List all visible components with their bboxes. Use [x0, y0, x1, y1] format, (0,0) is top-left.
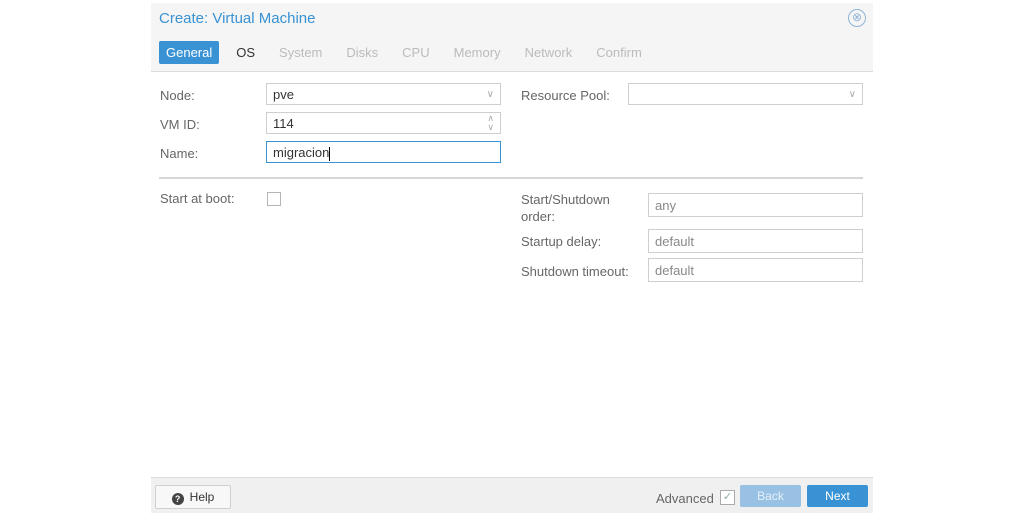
shutdown-timeout-value: default — [655, 263, 695, 278]
chevron-down-icon[interactable]: ∨ — [849, 84, 856, 105]
section-divider — [159, 177, 863, 179]
start-shutdown-order-label: Start/Shutdown order: — [521, 192, 610, 224]
resource-pool-select[interactable]: ∨ — [628, 83, 863, 105]
start-shutdown-order-input[interactable]: any — [648, 193, 863, 217]
shutdown-timeout-label: Shutdown timeout: — [521, 264, 629, 279]
spinner-arrows-icon[interactable]: ∧ ∨ — [487, 114, 494, 132]
help-button[interactable]: ? Help — [155, 485, 231, 509]
vmid-value: 114 — [273, 116, 294, 131]
question-circle-icon: ? — [171, 493, 184, 505]
node-value: pve — [273, 87, 294, 102]
tab-memory[interactable]: Memory — [447, 41, 508, 64]
vmid-spinner[interactable]: 114 ∧ ∨ — [266, 112, 501, 134]
shutdown-timeout-input[interactable]: default — [648, 258, 863, 282]
advanced-label: Advanced — [656, 491, 714, 506]
node-select[interactable]: pve ∨ — [266, 83, 501, 105]
tab-os[interactable]: OS — [229, 41, 262, 64]
tab-general[interactable]: General — [159, 41, 220, 64]
dialog-header: Create: Virtual Machine ⊗ General OS Sys… — [151, 3, 873, 72]
startup-delay-value: default — [655, 234, 695, 249]
tab-cpu[interactable]: CPU — [395, 41, 436, 64]
vmid-label: VM ID: — [160, 117, 200, 132]
text-caret — [329, 146, 331, 161]
start-at-boot-checkbox[interactable] — [267, 192, 281, 206]
tab-network[interactable]: Network — [518, 41, 580, 64]
resource-pool-label: Resource Pool: — [521, 88, 610, 103]
start-at-boot-label: Start at boot: — [160, 191, 235, 206]
create-vm-dialog: Create: Virtual Machine ⊗ General OS Sys… — [151, 3, 873, 513]
back-button[interactable]: Back — [740, 485, 801, 507]
startup-delay-label: Startup delay: — [521, 234, 602, 249]
dialog-footer: ? Help Advanced ✓ Back Next — [151, 477, 873, 513]
wizard-tabs: General OS System Disks CPU Memory Netwo… — [159, 41, 659, 64]
tab-disks[interactable]: Disks — [339, 41, 385, 64]
tab-confirm[interactable]: Confirm — [589, 41, 649, 64]
node-label: Node: — [160, 88, 195, 103]
tab-system[interactable]: System — [272, 41, 329, 64]
name-input[interactable]: migracion — [266, 141, 501, 163]
name-label: Name: — [160, 146, 199, 161]
dialog-title: Create: Virtual Machine — [159, 10, 316, 27]
close-icon[interactable]: ⊗ — [848, 9, 866, 27]
start-shutdown-order-value: any — [655, 198, 676, 213]
chevron-down-icon[interactable]: ∨ — [487, 84, 494, 105]
name-value: migracion — [273, 145, 330, 160]
next-button[interactable]: Next — [807, 485, 868, 507]
help-label: Help — [189, 490, 215, 504]
startup-delay-input[interactable]: default — [648, 229, 863, 253]
advanced-checkbox[interactable]: ✓ — [720, 490, 735, 505]
